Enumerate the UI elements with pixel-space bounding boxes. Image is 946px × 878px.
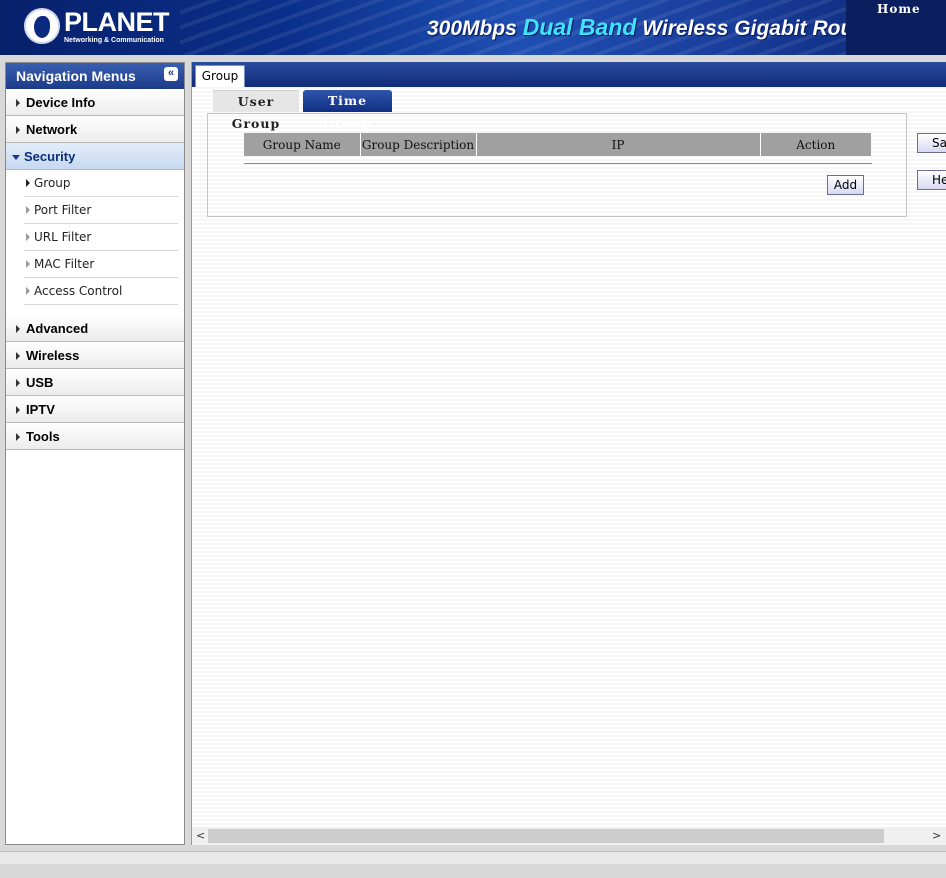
nav-item-label: Wireless — [26, 348, 80, 363]
title-accent: Dual Band — [522, 14, 637, 40]
horizontal-scrollbar[interactable]: < > — [192, 827, 946, 845]
nav-item-device-info[interactable]: Device Info — [6, 89, 184, 116]
sub-item-label: URL Filter — [34, 230, 92, 244]
logo-tagline: Networking & Communication — [64, 37, 164, 44]
title-post: Wireless Gigabit Route — [636, 17, 872, 40]
sub-item-label: Access Control — [34, 284, 123, 298]
nav-item-label: Network — [26, 122, 78, 137]
chevron-down-icon — [12, 155, 20, 160]
column-header-action: Action — [760, 133, 871, 156]
nav-item-label: Advanced — [26, 321, 89, 336]
chevron-right-icon — [16, 406, 20, 414]
chevron-right-icon — [26, 233, 30, 241]
nav-item-security[interactable]: Security — [6, 143, 184, 170]
save-button[interactable]: Sa — [917, 133, 946, 153]
home-box: Home — [846, 0, 946, 55]
nav-item-label: Device Info — [26, 95, 96, 110]
planet-logo-icon — [24, 8, 60, 44]
scroll-left-icon[interactable]: < — [196, 829, 205, 842]
tab-group[interactable]: Group — [195, 65, 245, 87]
collapse-sidebar-icon[interactable]: « — [164, 67, 178, 81]
scrollbar-thumb[interactable] — [208, 829, 884, 843]
scroll-right-icon[interactable]: > — [932, 829, 941, 842]
chevron-right-icon — [16, 325, 20, 333]
nav-item-label: Security — [24, 149, 76, 164]
chevron-right-icon — [26, 179, 30, 187]
nav-title-label: Navigation Menus — [16, 68, 136, 84]
main-tab-strip: Group — [192, 62, 946, 87]
nav-item-usb[interactable]: USB — [6, 369, 184, 396]
status-bar — [0, 851, 946, 864]
sub-item-access-control[interactable]: Access Control — [24, 278, 178, 305]
tab-time-group[interactable]: Time Group — [303, 90, 392, 130]
column-header-group-name: Group Name — [244, 133, 361, 156]
sub-item-url-filter[interactable]: URL Filter — [24, 224, 178, 251]
logo-name: PLANET — [64, 7, 170, 37]
nav-item-network[interactable]: Network — [6, 116, 184, 143]
security-submenu: Group Port Filter URL Filter MAC Filter … — [6, 170, 184, 315]
chevron-right-icon — [16, 379, 20, 387]
chevron-right-icon — [26, 287, 30, 295]
nav-item-label: USB — [26, 375, 54, 390]
add-button[interactable]: Add — [827, 175, 864, 195]
sub-item-label: Port Filter — [34, 203, 92, 217]
nav-item-wireless[interactable]: Wireless — [6, 342, 184, 369]
chevron-right-icon — [16, 352, 20, 360]
column-header-ip: IP — [476, 133, 761, 156]
group-panel: Group Name Group Description IP Action A… — [207, 113, 907, 217]
header-banner: PLANET Networking & Communication 300Mbp… — [0, 0, 946, 55]
chevron-right-icon — [16, 433, 20, 441]
sub-item-port-filter[interactable]: Port Filter — [24, 197, 178, 224]
nav-item-advanced[interactable]: Advanced — [6, 315, 184, 342]
status-bar-lower — [0, 864, 946, 878]
nav-item-label: Tools — [26, 429, 60, 444]
help-button[interactable]: He — [917, 170, 946, 190]
chevron-right-icon — [16, 126, 20, 134]
group-table: Group Name Group Description IP Action — [244, 133, 871, 156]
table-divider — [244, 163, 872, 164]
chevron-right-icon — [26, 206, 30, 214]
title-pre: 300Mbps — [427, 17, 523, 40]
sub-item-group[interactable]: Group — [24, 170, 178, 197]
navigation-sidebar: Navigation Menus « Device Info Network S… — [5, 62, 185, 845]
planet-logo: PLANET Networking & Communication — [24, 8, 170, 48]
product-title: 300Mbps Dual Band Wireless Gigabit Route — [427, 14, 872, 41]
nav-item-tools[interactable]: Tools — [6, 423, 184, 450]
nav-item-iptv[interactable]: IPTV — [6, 396, 184, 423]
column-header-group-description: Group Description — [360, 133, 477, 156]
sub-item-label: Group — [34, 176, 71, 190]
table-header-row: Group Name Group Description IP Action — [244, 133, 871, 156]
tab-user-group[interactable]: User Group — [213, 90, 299, 131]
chevron-right-icon — [16, 99, 20, 107]
home-link[interactable]: Home — [877, 2, 921, 16]
nav-item-label: IPTV — [26, 402, 55, 417]
nav-title: Navigation Menus « — [6, 63, 184, 89]
chevron-right-icon — [26, 260, 30, 268]
content-panel: Group User Group Time Group Group Name G… — [191, 62, 946, 845]
sub-item-label: MAC Filter — [34, 257, 95, 271]
sub-item-mac-filter[interactable]: MAC Filter — [24, 251, 178, 278]
